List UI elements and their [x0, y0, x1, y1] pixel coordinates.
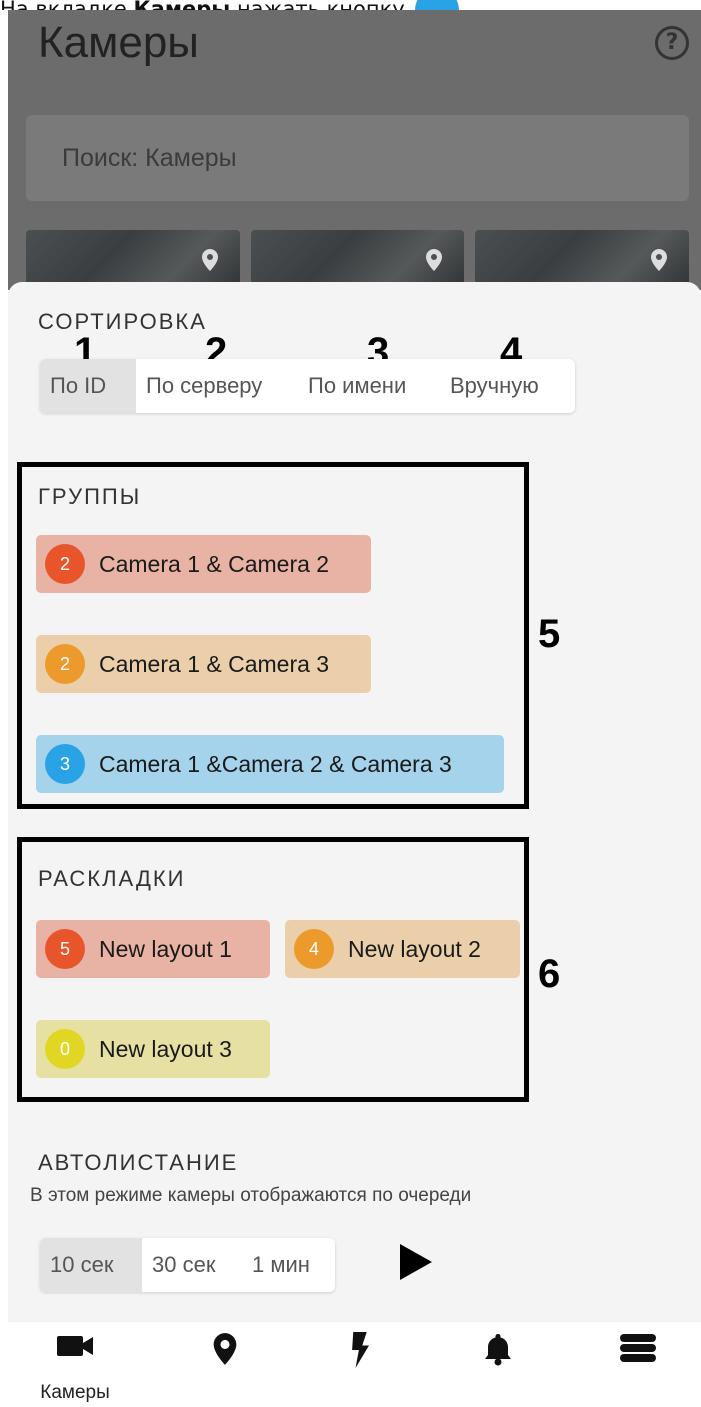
interval-30s[interactable]: 30 сек: [142, 1238, 242, 1292]
map-pin-icon: [213, 1333, 237, 1365]
lightning-icon: [352, 1332, 369, 1368]
layout-count-badge: 4: [294, 929, 334, 969]
layout-count-badge: 0: [45, 1029, 85, 1069]
bell-icon: [485, 1334, 511, 1366]
layout-chip-2[interactable]: 4 New layout 2: [285, 920, 520, 978]
autoscroll-interval-control: 10 сек 30 сек 1 мин: [40, 1238, 335, 1292]
camera-thumbnails: [26, 230, 690, 290]
map-pin-icon: [426, 249, 443, 271]
sort-by-id[interactable]: По ID: [40, 359, 136, 413]
layouts-title: РАСКЛАДКИ: [38, 866, 186, 891]
group-count-badge: 3: [45, 744, 85, 784]
layout-label: New layout 1: [99, 935, 232, 962]
map-pin-icon: [651, 249, 668, 271]
layout-label: New layout 3: [99, 1035, 232, 1062]
group-label: Camera 1 & Camera 3: [99, 650, 330, 677]
camera-button-icon: [415, 0, 460, 10]
caption-period: .: [463, 0, 470, 10]
nav-events[interactable]: [305, 1322, 415, 1407]
interval-1min[interactable]: 1 мин: [242, 1238, 335, 1292]
nav-map[interactable]: [170, 1322, 280, 1407]
layout-label: New layout 2: [348, 935, 481, 962]
nav-label: Камеры: [40, 1382, 110, 1403]
layout-chip-1[interactable]: 5 New layout 1: [36, 920, 270, 978]
layout-count-badge: 5: [45, 929, 85, 969]
marker-6: 6: [538, 952, 561, 996]
sorting-title: СОРТИРОВКА: [38, 309, 207, 334]
sort-by-server[interactable]: По серверу: [136, 359, 298, 413]
groups-title: ГРУППЫ: [38, 484, 142, 509]
sorting-segmented-control: По ID По серверу По имени Вручную: [40, 359, 575, 413]
group-label: Camera 1 & Camera 2: [99, 550, 330, 577]
group-label: Camera 1 &Camera 2 & Camera 3: [99, 750, 452, 777]
search-input[interactable]: [26, 115, 689, 201]
search-field[interactable]: [26, 115, 689, 201]
caption-text: На вкладке: [0, 0, 134, 10]
group-chip-2[interactable]: 2 Camera 1 & Camera 3: [36, 635, 371, 693]
camera-thumbnail[interactable]: [26, 230, 240, 290]
group-chip-1[interactable]: 2 Camera 1 & Camera 2: [36, 535, 371, 593]
video-camera-icon: [57, 1336, 93, 1356]
camera-thumbnail[interactable]: [250, 230, 465, 290]
play-icon[interactable]: [400, 1244, 432, 1280]
camera-thumbnail[interactable]: [475, 230, 690, 290]
sort-manual[interactable]: Вручную: [440, 359, 575, 413]
bottom-navigation: Камеры: [0, 1322, 701, 1407]
interval-10s[interactable]: 10 сек: [40, 1238, 142, 1292]
background-screen: Камеры ?: [8, 10, 701, 290]
server-stack-icon: [620, 1334, 656, 1362]
nav-cameras[interactable]: Камеры: [20, 1322, 130, 1407]
caption-bold-text: Камеры: [134, 0, 231, 10]
autoscroll-title: АВТОЛИСТАНИЕ: [38, 1150, 239, 1175]
autoscroll-description: В этом режиме камеры отображаются по оче…: [30, 1185, 472, 1206]
nav-servers[interactable]: [583, 1322, 693, 1407]
caption-text-after: нажать кнопку: [230, 0, 405, 10]
marker-5: 5: [538, 612, 561, 656]
nav-notifications[interactable]: [443, 1322, 553, 1407]
sort-by-name[interactable]: По имени: [298, 359, 440, 413]
layout-chip-3[interactable]: 0 New layout 3: [36, 1020, 270, 1078]
group-count-badge: 2: [45, 644, 85, 684]
map-pin-icon: [201, 249, 218, 271]
group-chip-3[interactable]: 3 Camera 1 &Camera 2 & Camera 3: [36, 735, 504, 793]
help-icon[interactable]: ?: [655, 26, 689, 60]
group-count-badge: 2: [45, 544, 85, 584]
page-title: Камеры: [38, 18, 199, 67]
instruction-caption: На вкладке Камеры нажать кнопку .: [0, 0, 701, 10]
